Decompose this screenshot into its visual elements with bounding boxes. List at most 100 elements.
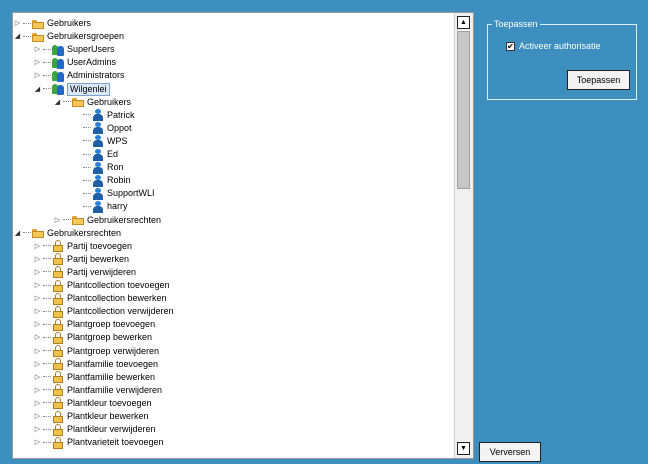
tree-node[interactable]: ▷ Plantfamilie bewerken	[33, 371, 155, 384]
expand-arrow-icon[interactable]: ▷	[53, 214, 62, 227]
tree-node[interactable]: ▷ Partij bewerken	[33, 253, 129, 266]
expand-arrow-icon[interactable]: ▷	[33, 240, 42, 253]
tree-node[interactable]: ◢ Wilgenlei	[33, 82, 110, 96]
tree-node[interactable]: ▷ Plantkleur verwijderen	[33, 423, 156, 436]
user-icon	[92, 200, 104, 213]
tree-node[interactable]: ▷ Plantfamilie verwijderen	[33, 384, 162, 397]
tree-node[interactable]: SupportWLI	[73, 187, 155, 200]
tree-node-label: Plantgroep toevoegen	[67, 319, 156, 330]
tree-node[interactable]: ▷ SuperUsers	[33, 43, 115, 56]
activeer-authorisatie-checkbox[interactable]: ✔	[506, 41, 515, 51]
tree-node-label: Ed	[107, 149, 119, 159]
tree-node[interactable]: ▷ Plantkleur bewerken	[33, 410, 149, 423]
tree-connector	[43, 376, 51, 378]
tree-node-label: Robin	[107, 175, 131, 186]
tree-node[interactable]: ▷ Partij toevoegen	[33, 240, 132, 253]
tree-node[interactable]: ▷ Plantcollection toevoegen	[33, 279, 170, 292]
tree-node-label: Plantfamilie toevoegen	[67, 358, 159, 369]
expand-arrow-icon[interactable]: ▷	[33, 266, 42, 279]
activeer-authorisatie-row[interactable]: ✔ Activeer authorisatie	[506, 41, 601, 51]
tree-scrollbar[interactable]: ▲ ▼	[454, 13, 473, 458]
tree-node[interactable]: ▷ Plantkleur toevoegen	[33, 397, 152, 410]
tree-node-label: Plantfamilie bewerken	[67, 371, 156, 382]
tree-node[interactable]: ▷ Plantcollection bewerken	[33, 292, 167, 305]
tree-node-label: Partij bewerken	[67, 253, 130, 264]
tree-node[interactable]: Patrick	[73, 109, 135, 122]
collapse-arrow-icon[interactable]: ◢	[53, 96, 62, 109]
group-icon	[52, 70, 64, 82]
lock-icon	[52, 345, 64, 357]
tree-node[interactable]: Oppot	[73, 122, 132, 135]
tree-node-label: Plantgroep verwijderen	[67, 345, 160, 356]
collapse-arrow-icon[interactable]: ◢	[13, 227, 22, 240]
expand-arrow-icon[interactable]: ▷	[33, 69, 42, 82]
tree-node[interactable]: Robin	[73, 174, 131, 187]
expand-arrow-icon[interactable]: ▷	[33, 253, 42, 266]
tree-node[interactable]: Ron	[73, 161, 124, 174]
tree-connector	[43, 297, 51, 300]
tree-node[interactable]: ▷ Plantcollection verwijderen	[33, 305, 174, 318]
tree-node[interactable]: ▷ Plantvarieteit toevoegen	[33, 436, 164, 449]
tree-node[interactable]: WPS	[73, 135, 128, 148]
tree-connector	[43, 363, 51, 365]
tree-node[interactable]: ◢ Gebruikers	[53, 96, 131, 109]
tree-node[interactable]: ▷ Plantgroep bewerken	[33, 331, 152, 344]
tree-node[interactable]: Ed	[73, 148, 118, 161]
scroll-thumb[interactable]	[457, 31, 470, 189]
expand-arrow-icon[interactable]: ▷	[33, 331, 42, 344]
tree-node-label: WPS	[107, 135, 128, 146]
expand-arrow-icon[interactable]: ▷	[33, 43, 42, 56]
tree-connector	[43, 74, 51, 77]
lock-icon	[52, 436, 64, 449]
tree-node[interactable]: ◢ Gebruikersrechten	[13, 227, 121, 240]
tree-node[interactable]: ▷ UserAdmins	[33, 56, 116, 69]
collapse-arrow-icon[interactable]: ◢	[33, 83, 42, 96]
scroll-down-button[interactable]: ▼	[457, 442, 470, 455]
tree-node[interactable]: ◢ Gebruikersgroepen	[13, 30, 124, 43]
folder-icon	[72, 214, 84, 226]
expand-arrow-icon[interactable]: ▷	[33, 358, 42, 371]
user-icon	[92, 174, 104, 187]
tree-node[interactable]: harry	[73, 200, 128, 213]
expand-arrow-icon[interactable]: ▷	[33, 345, 42, 358]
lock-icon	[52, 318, 64, 331]
tree-node[interactable]: ▷ Gebruikersrechten	[53, 214, 161, 227]
expand-arrow-icon[interactable]: ▷	[33, 397, 42, 410]
expand-arrow-icon[interactable]: ▷	[33, 436, 42, 449]
expand-arrow-icon[interactable]: ▷	[33, 384, 42, 397]
expand-arrow-icon[interactable]: ▷	[33, 56, 42, 69]
scroll-up-button[interactable]: ▲	[457, 16, 470, 29]
expand-arrow-icon[interactable]: ▷	[33, 410, 42, 423]
permissions-tree[interactable]: ▷ Gebruikers ◢ Gebruikersgroepen ▷ SuperUsers…	[13, 13, 454, 458]
expand-arrow-icon[interactable]: ▷	[33, 292, 42, 305]
tree-connector	[43, 428, 51, 431]
tree-panel: ▷ Gebruikers ◢ Gebruikersgroepen ▷ SuperUsers…	[12, 12, 474, 459]
expand-arrow-icon[interactable]: ▷	[33, 423, 42, 436]
tree-node-label: Administrators	[67, 70, 125, 81]
lock-icon	[52, 410, 64, 423]
tree-connector	[43, 48, 51, 51]
tree-node-label: Gebruikersgroepen	[47, 31, 125, 42]
collapse-arrow-icon[interactable]: ◢	[13, 30, 22, 43]
tree-connector	[83, 192, 91, 195]
lock-icon	[52, 371, 64, 384]
expand-arrow-icon[interactable]: ▷	[33, 305, 42, 318]
tree-node[interactable]: ▷ Partij verwijderen	[33, 266, 136, 279]
lock-icon	[52, 292, 64, 305]
expand-arrow-icon[interactable]: ▷	[33, 371, 42, 384]
tree-connector	[43, 310, 51, 313]
tree-node-label: harry	[107, 201, 128, 212]
expand-arrow-icon[interactable]: ▷	[33, 279, 42, 292]
tree-node[interactable]: ▷ Plantfamilie toevoegen	[33, 358, 158, 371]
expand-arrow-icon[interactable]: ▷	[13, 17, 22, 30]
tree-node-label: Plantkleur bewerken	[67, 411, 149, 421]
tree-node-label: Plantkleur toevoegen	[67, 397, 152, 408]
tree-node[interactable]: ▷ Plantgroep verwijderen	[33, 345, 159, 358]
toepassen-button[interactable]: Toepassen	[567, 70, 630, 90]
tree-node[interactable]: ▷ Gebruikers	[13, 17, 91, 30]
tree-node[interactable]: ▷ Administrators	[33, 69, 125, 82]
verversen-button[interactable]: Verversen	[479, 442, 541, 462]
expand-arrow-icon[interactable]: ▷	[33, 318, 42, 331]
tree-node[interactable]: ▷ Plantgroep toevoegen	[33, 318, 155, 331]
checkmark-icon: ✔	[507, 41, 514, 51]
